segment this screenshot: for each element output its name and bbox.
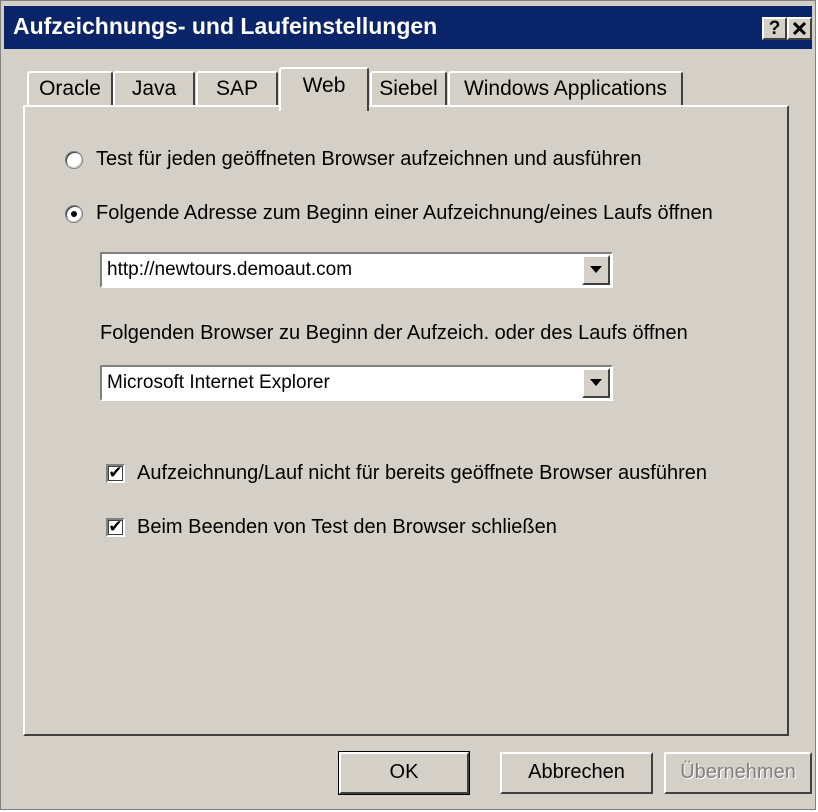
tab-windows-applications[interactable]: Windows Applications: [448, 71, 683, 107]
browser-combobox[interactable]: Microsoft Internet Explorer: [100, 365, 613, 401]
tab-java[interactable]: Java: [113, 71, 195, 107]
dialog-title: Aufzeichnungs- und Laufeinstellungen: [13, 13, 438, 39]
address-combobox[interactable]: http://newtours.demoaut.com: [100, 252, 613, 288]
check-option-no-open-browsers[interactable]: ✔ Aufzeichnung/Lauf nicht für bereits ge…: [106, 462, 707, 485]
close-icon: [793, 22, 806, 35]
radio-any-browser[interactable]: [65, 150, 83, 169]
browser-value: Microsoft Internet Explorer: [107, 372, 330, 393]
radio-open-address-label: Folgende Adresse zum Beginn einer Aufzei…: [96, 202, 713, 224]
radio-open-address[interactable]: [65, 204, 83, 223]
check-option-close-browser[interactable]: ✔ Beim Beenden von Test den Browser schl…: [106, 516, 557, 539]
close-button[interactable]: [787, 17, 812, 40]
help-button[interactable]: ?: [762, 17, 787, 40]
title-bar: Aufzeichnungs- und Laufeinstellungen ?: [4, 6, 812, 49]
address-dropdown-button[interactable]: [582, 255, 610, 285]
browser-label-row: Folgenden Browser zu Beginn der Aufzeich…: [100, 322, 688, 345]
radio-option-open-address[interactable]: Folgende Adresse zum Beginn einer Aufzei…: [65, 202, 713, 225]
radio-any-browser-label: Test für jeden geöffneten Browser aufzei…: [96, 148, 642, 170]
checkbox-no-open-browsers[interactable]: ✔: [106, 464, 125, 483]
apply-button[interactable]: Übernehmen: [664, 752, 812, 794]
browser-dropdown-button[interactable]: [582, 368, 610, 398]
checkbox-close-browser-label: Beim Beenden von Test den Browser schlie…: [137, 516, 557, 538]
cancel-button[interactable]: Abbrechen: [500, 752, 653, 794]
tab-web[interactable]: Web: [279, 67, 369, 111]
tab-oracle[interactable]: Oracle: [27, 71, 113, 107]
radio-option-any-browser[interactable]: Test für jeden geöffneten Browser aufzei…: [65, 148, 642, 171]
ok-button[interactable]: OK: [338, 751, 470, 795]
checkbox-no-open-browsers-label: Aufzeichnung/Lauf nicht für bereits geöf…: [137, 462, 707, 484]
settings-dialog: Aufzeichnungs- und Laufeinstellungen ? O…: [0, 0, 816, 810]
browser-label: Folgenden Browser zu Beginn der Aufzeich…: [100, 322, 688, 344]
tab-sap[interactable]: SAP: [196, 71, 278, 107]
web-tab-panel: Test für jeden geöffneten Browser aufzei…: [23, 105, 789, 736]
checkbox-close-browser[interactable]: ✔: [106, 518, 125, 537]
tab-siebel[interactable]: Siebel: [370, 71, 447, 107]
address-value: http://newtours.demoaut.com: [107, 259, 353, 280]
